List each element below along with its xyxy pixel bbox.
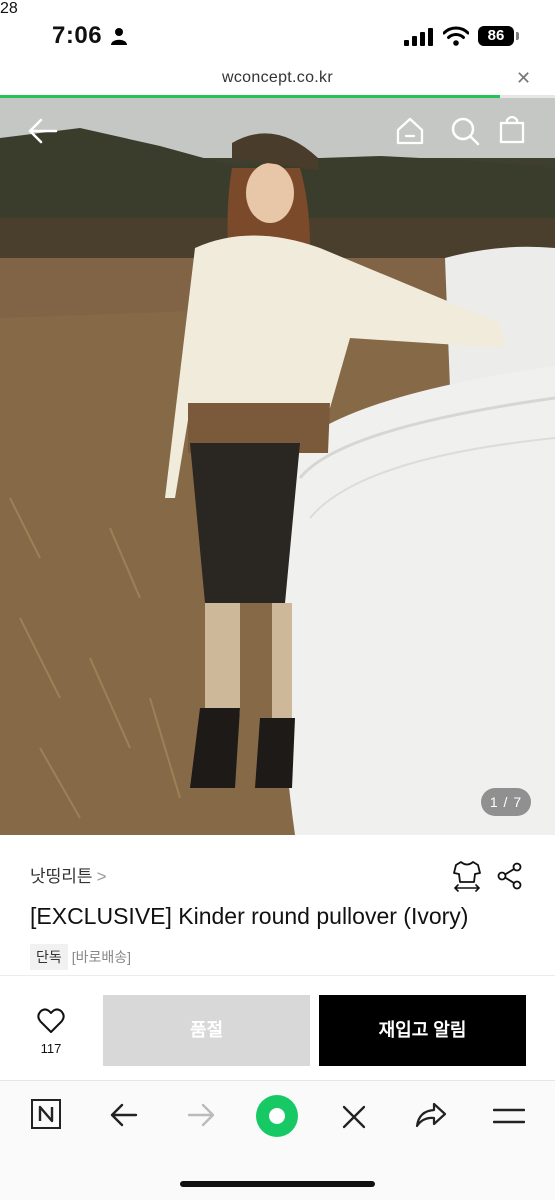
brand-link[interactable]: 낫띵리튼 > bbox=[30, 862, 107, 887]
menu-icon[interactable] bbox=[493, 1107, 525, 1125]
home-indicator bbox=[180, 1181, 375, 1187]
battery-indicator: 86 bbox=[478, 26, 514, 46]
url-text[interactable]: wconcept.co.kr bbox=[0, 69, 555, 87]
product-photo bbox=[0, 98, 555, 835]
home-icon[interactable] bbox=[395, 116, 425, 146]
size-guide-icon[interactable] bbox=[452, 860, 482, 892]
exclusive-tag: 단독 bbox=[30, 944, 68, 970]
brand-name[interactable]: 낫띵리튼 bbox=[30, 867, 93, 886]
battery-tip bbox=[516, 32, 519, 40]
close-icon[interactable]: ✕ bbox=[516, 68, 531, 89]
naver-icon[interactable] bbox=[31, 1099, 61, 1129]
heart-icon[interactable] bbox=[37, 1008, 65, 1034]
status-bar: 7:06 86 bbox=[0, 0, 555, 64]
product-tags: 단독 [바로배송] bbox=[30, 944, 131, 970]
like-count: 117 bbox=[40, 1041, 62, 1056]
status-time: 7:06 bbox=[52, 22, 103, 49]
divider bbox=[0, 975, 555, 976]
search-icon[interactable] bbox=[450, 116, 480, 146]
browser-back-icon[interactable] bbox=[110, 1103, 138, 1127]
url-bar[interactable]: wconcept.co.kr ✕ bbox=[0, 64, 555, 96]
wifi-icon bbox=[443, 26, 469, 46]
back-arrow-icon[interactable] bbox=[28, 118, 58, 144]
share-icon[interactable] bbox=[496, 862, 524, 890]
share-arrow-icon[interactable] bbox=[415, 1101, 447, 1129]
browser-forward-icon[interactable] bbox=[187, 1103, 215, 1127]
close-icon[interactable] bbox=[342, 1105, 366, 1129]
product-image[interactable] bbox=[0, 98, 555, 835]
restock-alert-button[interactable]: 재입고 알림 bbox=[319, 995, 526, 1066]
gallery-counter: 1 / 7 bbox=[481, 788, 531, 816]
signal-icon bbox=[404, 28, 433, 46]
green-dot-icon[interactable] bbox=[256, 1095, 298, 1137]
chevron-right-icon: > bbox=[96, 867, 107, 886]
product-title: [EXCLUSIVE] Kinder round pullover (Ivory… bbox=[30, 903, 469, 929]
person-icon bbox=[111, 28, 127, 45]
cart-icon[interactable] bbox=[499, 114, 525, 144]
fast-delivery-tag: [바로배송] bbox=[71, 949, 132, 965]
like-button[interactable]: 117 bbox=[30, 1008, 72, 1056]
soldout-button: 품절 bbox=[103, 995, 310, 1066]
